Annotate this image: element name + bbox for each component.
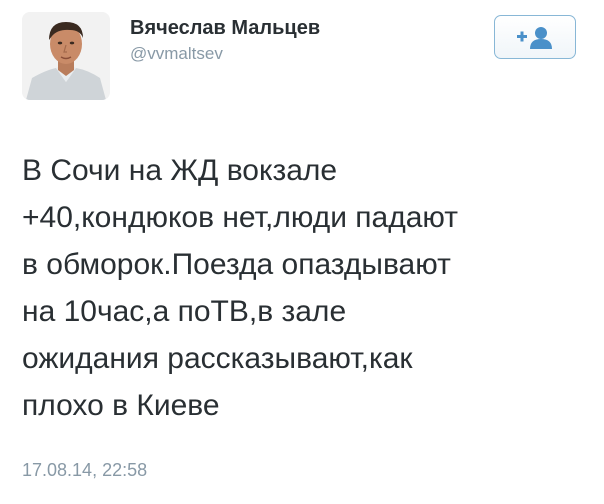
- avatar-photo: [22, 12, 110, 100]
- avatar[interactable]: [22, 12, 110, 100]
- tweet-text-line: В Сочи на ЖД вокзале: [22, 154, 338, 187]
- follow-button[interactable]: [494, 15, 576, 59]
- tweet-text-line: на 10час,а поТВ,в зале: [22, 295, 347, 328]
- display-name[interactable]: Вячеслав Мальцев: [130, 16, 320, 40]
- tweet-text-line: +40,кондюков нет,люди падают: [22, 201, 459, 234]
- username[interactable]: @vvmaltsev: [130, 43, 320, 65]
- tweet-timestamp[interactable]: 17.08.14, 22:58: [22, 458, 147, 482]
- tweet-text-line: в обморок.Поезда опаздывают: [22, 248, 451, 281]
- tweet-text-line: плохо в Киеве: [22, 389, 220, 422]
- tweet-text-line: ожидания рассказывают,как: [22, 342, 413, 375]
- tweet-card: Вячеслав Мальцев @vvmaltsev В Сочи на ЖД…: [0, 0, 604, 504]
- author-info: Вячеслав Мальцев @vvmaltsev: [130, 16, 320, 65]
- tweet-text: В Сочи на ЖД вокзале +40,кондюков нет,лю…: [22, 147, 592, 429]
- add-user-icon: [515, 25, 555, 49]
